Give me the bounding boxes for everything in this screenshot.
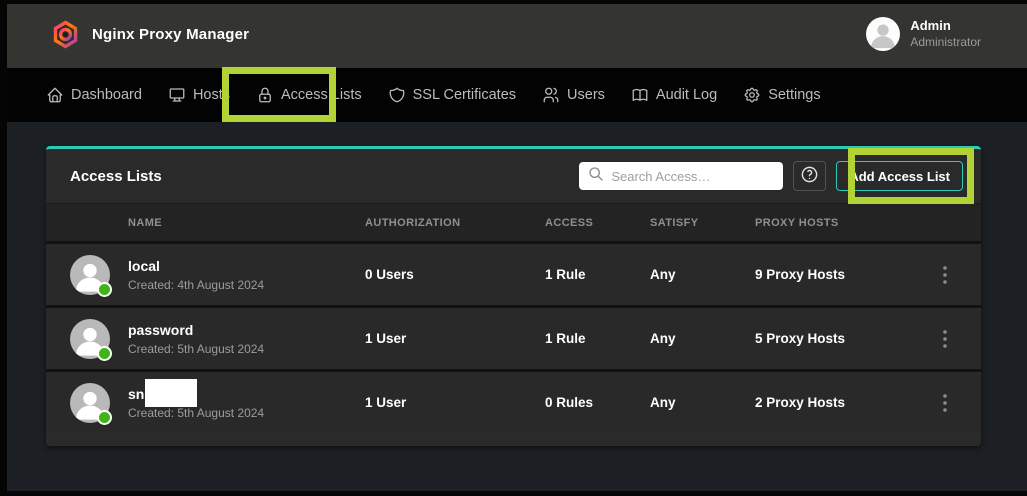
status-dot [97,346,112,361]
nav-item-label: Settings [768,87,820,103]
row-avatar [70,255,110,295]
window-frame-bottom [0,491,1027,496]
gear-icon [743,86,761,104]
access-value: 1 Rule [545,331,650,346]
monitor-icon [168,86,186,104]
column-header-name: NAME [70,217,365,229]
help-icon [800,165,819,187]
satisfy-value: Any [650,331,755,346]
satisfy-value: Any [650,395,755,410]
access-value: 0 Rules [545,395,650,410]
panel-toolbar: Add Access List [579,161,963,191]
column-header-proxy-hosts: PROXY HOSTS [755,217,927,229]
content-area: Access Lists Add Access List NAME AUTHOR… [0,122,1027,496]
search-icon [588,166,604,187]
add-access-list-button[interactable]: Add Access List [836,161,963,191]
nav-item-label: Audit Log [656,87,717,103]
access-list-name: local [128,258,160,275]
search-input[interactable] [611,169,774,184]
app-logo-icon [52,20,79,49]
nav-item-audit-log[interactable]: Audit Log [618,68,730,122]
app-title: Nginx Proxy Manager [92,26,249,43]
access-list-name: sn [128,386,144,403]
nav-item-label: Users [567,87,605,103]
nav-item-label: SSL Certificates [413,87,516,103]
access-list-name: password [128,322,193,339]
user-role: Administrator [910,35,981,50]
access-lists-panel: Access Lists Add Access List NAME AUTHOR… [46,146,981,446]
window-frame-top [0,0,1027,4]
nav-item-users[interactable]: Users [529,68,618,122]
book-icon [631,86,649,104]
user-name: Admin [910,18,981,34]
table-row[interactable]: password Created: 5th August 2024 1 User… [46,305,981,369]
panel-title: Access Lists [70,168,162,185]
user-menu[interactable]: Admin Administrator [866,17,981,51]
status-dot [97,410,112,425]
lock-icon [256,86,274,104]
app-header: Nginx Proxy Manager Admin Administrator [0,0,1027,68]
kebab-icon [943,394,947,412]
user-meta: Admin Administrator [910,18,981,49]
brand: Nginx Proxy Manager [52,20,249,49]
created-date: Created: 5th August 2024 [128,342,264,356]
row-menu-button[interactable] [939,390,951,416]
search-box[interactable] [579,162,783,190]
authorization-value: 0 Users [365,267,545,282]
redaction-box [145,379,197,407]
nav-item-label: Access Lists [281,87,362,103]
app-window: Nginx Proxy Manager Admin Administrator … [0,0,1027,496]
nav-item-settings[interactable]: Settings [730,68,833,122]
nav-item-hosts[interactable]: Hosts [155,68,243,122]
name-cell: sn Created: 5th August 2024 [70,383,365,423]
proxy-hosts-value: 5 Proxy Hosts [755,331,927,346]
main-nav: Dashboard Hosts Access Lists SSL Certifi… [0,68,1027,122]
kebab-icon [943,330,947,348]
row-menu-button[interactable] [939,326,951,352]
column-header-authorization: AUTHORIZATION [365,217,545,229]
nav-item-dashboard[interactable]: Dashboard [33,68,155,122]
shield-icon [388,86,406,104]
user-avatar [866,17,900,51]
satisfy-value: Any [650,267,755,282]
authorization-value: 1 User [365,331,545,346]
column-header-access: ACCESS [545,217,650,229]
name-cell: local Created: 4th August 2024 [70,255,365,295]
window-frame-left [0,0,7,496]
row-menu-button[interactable] [939,262,951,288]
nav-item-ssl-certificates[interactable]: SSL Certificates [375,68,529,122]
name-cell: password Created: 5th August 2024 [70,319,365,359]
created-date: Created: 5th August 2024 [128,406,264,420]
proxy-hosts-value: 9 Proxy Hosts [755,267,927,282]
row-avatar [70,383,110,423]
column-header-satisfy: SATISFY [650,217,755,229]
table-header: NAME AUTHORIZATION ACCESS SATISFY PROXY … [46,203,981,241]
nav-item-label: Dashboard [71,87,142,103]
panel-header: Access Lists Add Access List [46,149,981,203]
authorization-value: 1 User [365,395,545,410]
created-date: Created: 4th August 2024 [128,278,264,292]
nav-item-label: Hosts [193,87,230,103]
kebab-icon [943,266,947,284]
nav-item-access-lists[interactable]: Access Lists [243,68,375,122]
users-icon [542,86,560,104]
table-row[interactable]: sn Created: 5th August 2024 1 User 0 Rul… [46,369,981,433]
home-icon [46,86,64,104]
row-avatar [70,319,110,359]
status-dot [97,282,112,297]
table-body: local Created: 4th August 2024 0 Users 1… [46,241,981,433]
table-row[interactable]: local Created: 4th August 2024 0 Users 1… [46,241,981,305]
access-value: 1 Rule [545,267,650,282]
proxy-hosts-value: 2 Proxy Hosts [755,395,927,410]
help-button[interactable] [793,161,826,191]
